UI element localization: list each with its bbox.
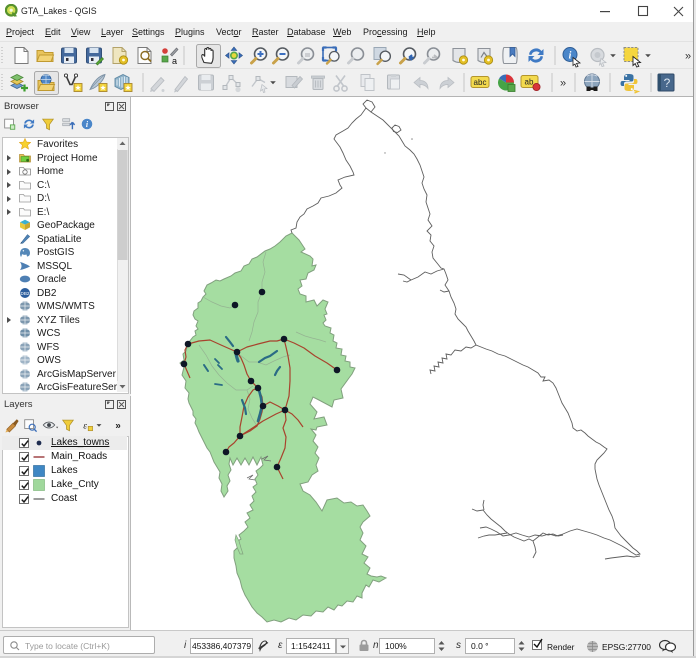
svg-text:»: »: [115, 421, 120, 432]
svg-text:?: ?: [664, 76, 671, 90]
svg-text:»: »: [685, 51, 691, 63]
svg-text:i: i: [569, 51, 572, 62]
svg-text:DB2: DB2: [21, 291, 30, 296]
svg-text:ε: ε: [83, 421, 87, 432]
svg-text:ab: ab: [525, 78, 534, 87]
svg-text:»: »: [560, 78, 566, 90]
svg-text:abc: abc: [474, 78, 487, 87]
svg-text:a: a: [172, 56, 177, 66]
